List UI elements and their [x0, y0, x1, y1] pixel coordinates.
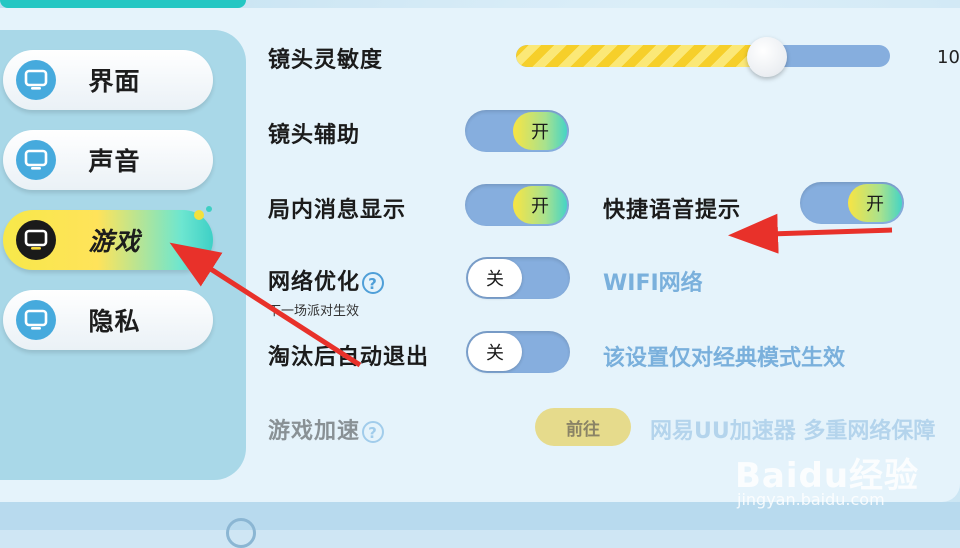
camera-assist-toggle[interactable]: 开 [465, 110, 569, 152]
toggle-knob: 开 [513, 186, 567, 224]
network-optimization-note: 下一场派对生效 [268, 304, 360, 319]
camera-sensitivity-value: 100 [937, 47, 960, 68]
sidebar: 界面 声音 游戏 隐私 [0, 30, 246, 480]
sidebar-item-privacy[interactable]: 隐私 [3, 290, 213, 350]
camera-assist-label: 镜头辅助 [268, 123, 361, 148]
bottom-partial-icon [226, 518, 256, 548]
slider-handle[interactable] [747, 37, 787, 77]
game-acceleration-label: 游戏加速? [268, 413, 385, 445]
in-game-messages-label: 局内消息显示 [268, 198, 407, 223]
camera-sensitivity-slider[interactable] [516, 45, 890, 67]
sidebar-item-label: 界面 [88, 67, 141, 96]
sidebar-item-label: 隐私 [88, 307, 141, 336]
auto-exit-hint: 该设置仅对经典模式生效 [603, 346, 846, 371]
toggle-knob: 关 [468, 333, 522, 371]
toggle-knob: 开 [848, 184, 902, 222]
sidebar-item-label: 声音 [88, 147, 141, 176]
quick-voice-hint-toggle[interactable]: 开 [800, 182, 904, 224]
in-game-messages-toggle[interactable]: 开 [465, 184, 569, 226]
network-optimization-label: 网络优化? [268, 264, 385, 296]
slider-fill [516, 45, 767, 67]
network-type-text: WIFI网络 [603, 271, 703, 296]
sidebar-item-interface[interactable]: 界面 [3, 50, 213, 110]
monitor-icon [16, 140, 56, 180]
watermark-url: jingyan.baidu.com [737, 490, 885, 509]
top-tab-indicator [0, 0, 246, 8]
monitor-icon [16, 300, 56, 340]
auto-exit-toggle[interactable]: 关 [466, 331, 570, 373]
monitor-icon [16, 60, 56, 100]
accelerator-info-text: 网易UU加速器 多重网络保障 [650, 419, 936, 444]
help-icon[interactable]: ? [362, 272, 385, 294]
help-icon[interactable]: ? [362, 421, 385, 443]
network-optimization-text: 网络优化 [268, 270, 361, 295]
decoration-dot [194, 210, 204, 220]
sidebar-item-sound[interactable]: 声音 [3, 130, 213, 190]
network-optimization-toggle[interactable]: 关 [466, 257, 570, 299]
sidebar-item-game[interactable]: 游戏 [3, 210, 213, 270]
decoration-dot [206, 206, 212, 212]
sidebar-item-label: 游戏 [88, 227, 141, 256]
monitor-icon [16, 220, 56, 260]
game-acceleration-text: 游戏加速 [268, 419, 361, 444]
toggle-knob: 开 [513, 112, 567, 150]
auto-exit-label: 淘汰后自动退出 [268, 345, 430, 370]
baidu-watermark: Baidu经验 jingyan.baidu.com [735, 448, 919, 509]
camera-sensitivity-label: 镜头灵敏度 [268, 48, 384, 73]
goto-accelerator-button[interactable]: 前往 [535, 408, 631, 446]
quick-voice-hint-label: 快捷语音提示 [603, 198, 742, 223]
toggle-knob: 关 [468, 259, 522, 297]
